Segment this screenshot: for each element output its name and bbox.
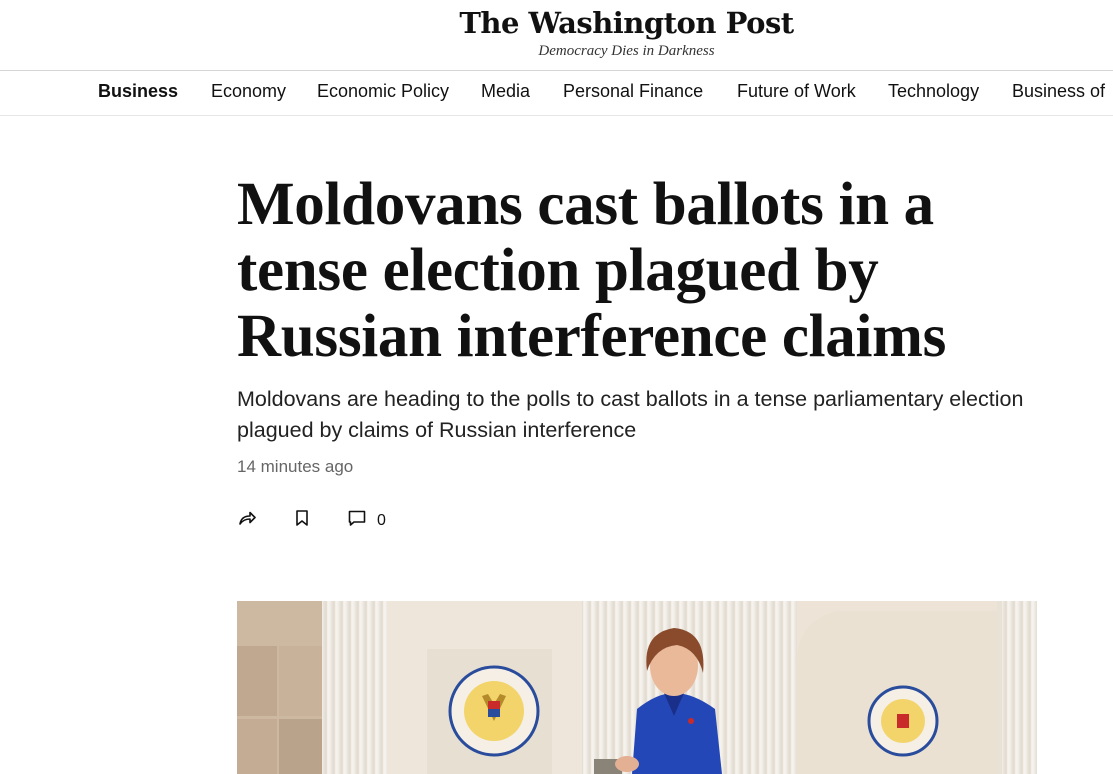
article-timestamp: 14 minutes ago (237, 457, 354, 476)
nav-item-economy[interactable]: Economy (211, 81, 286, 102)
masthead: The Washington Post Democracy Dies in Da… (0, 0, 1113, 71)
bookmark-icon (294, 508, 310, 533)
comment-count: 0 (377, 511, 386, 529)
article-subheadline: Moldovans are heading to the polls to ca… (237, 387, 1024, 442)
lead-photo-illustration (237, 601, 1037, 774)
share-arrow-icon (237, 508, 257, 533)
nav-item-economic-policy[interactable]: Economic Policy (317, 81, 449, 102)
nav-item-business-of[interactable]: Business of (1012, 81, 1105, 102)
nav-item-media[interactable]: Media (481, 81, 530, 102)
site-tagline: Democracy Dies in Darkness (538, 43, 715, 59)
bookmark-button[interactable] (294, 508, 310, 533)
nav-item-future-of-work[interactable]: Future of Work (737, 81, 856, 102)
lead-photo[interactable] (237, 601, 1037, 774)
share-button[interactable] (237, 508, 257, 533)
nav-item-business[interactable]: Business (98, 81, 178, 102)
comments-button[interactable]: 0 (347, 508, 386, 533)
nav-item-technology[interactable]: Technology (888, 81, 979, 102)
section-nav: Business Economy Economic Policy Media P… (0, 70, 1113, 116)
nav-item-personal-finance[interactable]: Personal Finance (563, 81, 703, 102)
comment-bubble-icon (347, 508, 367, 533)
site-logo[interactable]: The Washington Post (0, 6, 1113, 40)
article-headline: Moldovans cast ballots in a tense electi… (237, 171, 947, 370)
